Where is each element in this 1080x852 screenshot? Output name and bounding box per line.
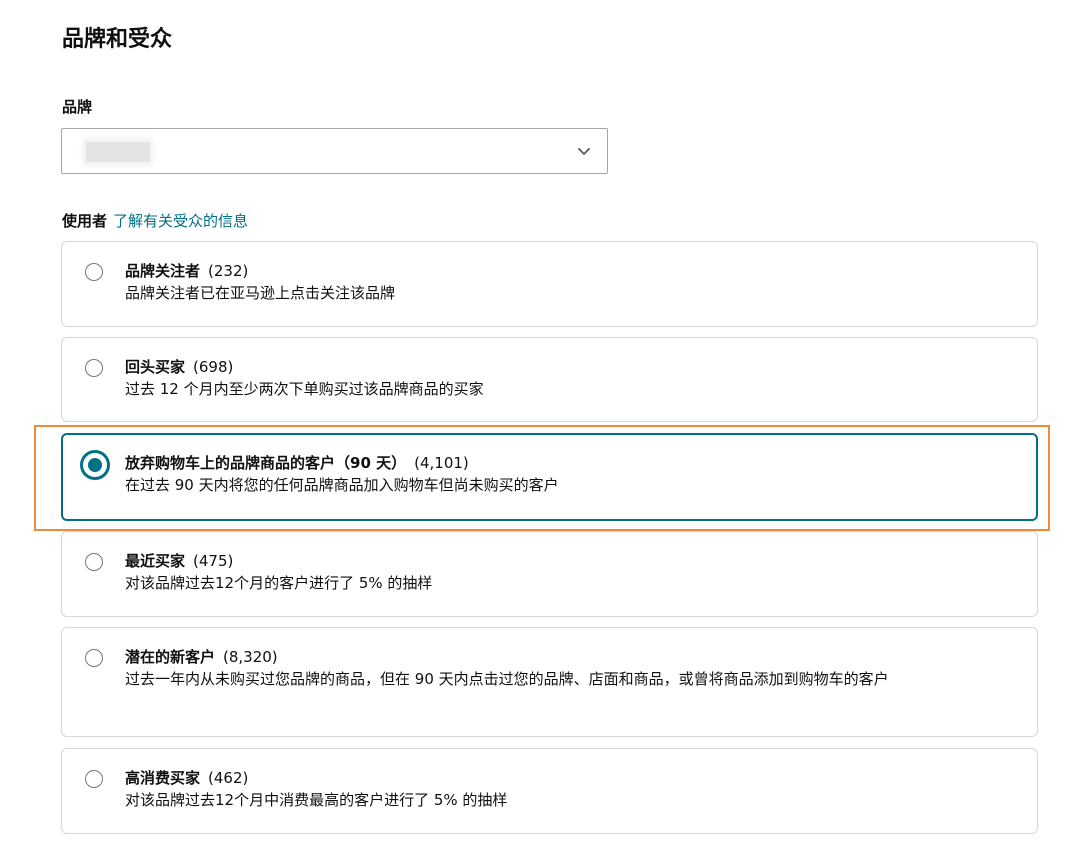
brand-label: 品牌: [62, 98, 93, 116]
learn-about-audiences-link[interactable]: 了解有关受众的信息: [113, 212, 248, 230]
option-name: 放弃购物车上的品牌商品的客户（90 天）: [125, 454, 407, 472]
section-title: 品牌和受众: [62, 27, 173, 52]
option-count: (698): [193, 358, 234, 376]
audience-option-cart-abandoners[interactable]: 放弃购物车上的品牌商品的客户（90 天） (4,101) 在过去 90 天内将您的…: [61, 433, 1038, 521]
option-description: 过去一年内从未购买过您品牌的商品，但在 90 天内点击过您的品牌、店面和商品，或…: [125, 670, 889, 688]
option-text: 潜在的新客户 (8,320) 过去一年内从未购买过您品牌的商品，但在 90 天内点…: [125, 646, 1013, 690]
option-text: 回头买家 (698) 过去 12 个月内至少两次下单购买过该品牌商品的买家: [125, 356, 1013, 400]
option-text: 最近买家 (475) 对该品牌过去12个月的客户进行了 5% 的抽样: [125, 550, 1013, 594]
radio-button[interactable]: [85, 770, 103, 788]
option-text: 放弃购物车上的品牌商品的客户（90 天） (4,101) 在过去 90 天内将您的…: [125, 452, 1012, 496]
option-description: 品牌关注者已在亚马逊上点击关注该品牌: [125, 284, 396, 302]
option-count: (462): [208, 769, 249, 787]
radio-button[interactable]: [85, 359, 103, 377]
radio-button[interactable]: [85, 263, 103, 281]
option-description: 过去 12 个月内至少两次下单购买过该品牌商品的买家: [125, 380, 484, 398]
audience-header: 使用者 了解有关受众的信息: [62, 210, 248, 232]
brand-select[interactable]: [61, 128, 608, 174]
audience-option-brand-followers[interactable]: 品牌关注者 (232) 品牌关注者已在亚马逊上点击关注该品牌: [61, 241, 1038, 327]
radio-button-checked[interactable]: [80, 450, 110, 480]
audience-option-top-spenders[interactable]: 高消费买家 (462) 对该品牌过去12个月中消费最高的客户进行了 5% 的抽样: [61, 748, 1038, 834]
option-description: 对该品牌过去12个月的客户进行了 5% 的抽样: [125, 574, 433, 592]
option-count: (4,101): [414, 454, 469, 472]
chevron-down-icon: [578, 148, 590, 155]
option-description: 对该品牌过去12个月中消费最高的客户进行了 5% 的抽样: [125, 791, 508, 809]
audience-label: 使用者: [62, 212, 108, 230]
option-name: 品牌关注者: [125, 262, 201, 280]
audience-option-recent-buyers[interactable]: 最近买家 (475) 对该品牌过去12个月的客户进行了 5% 的抽样: [61, 531, 1038, 617]
radio-button[interactable]: [85, 553, 103, 571]
option-text: 品牌关注者 (232) 品牌关注者已在亚马逊上点击关注该品牌: [125, 260, 1013, 304]
option-name: 高消费买家: [125, 769, 201, 787]
option-count: (475): [193, 552, 234, 570]
option-description: 在过去 90 天内将您的任何品牌商品加入购物车但尚未购买的客户: [125, 476, 559, 494]
audience-option-repeat-buyers[interactable]: 回头买家 (698) 过去 12 个月内至少两次下单购买过该品牌商品的买家: [61, 337, 1038, 422]
option-name: 回头买家: [125, 358, 186, 376]
option-count: (8,320): [223, 648, 278, 666]
radio-button[interactable]: [85, 649, 103, 667]
option-text: 高消费买家 (462) 对该品牌过去12个月中消费最高的客户进行了 5% 的抽样: [125, 767, 1013, 811]
option-name: 最近买家: [125, 552, 186, 570]
option-count: (232): [208, 262, 249, 280]
brand-value-redacted: [86, 142, 150, 162]
option-name: 潜在的新客户: [125, 648, 216, 666]
audience-option-potential-new-customers[interactable]: 潜在的新客户 (8,320) 过去一年内从未购买过您品牌的商品，但在 90 天内点…: [61, 627, 1038, 737]
